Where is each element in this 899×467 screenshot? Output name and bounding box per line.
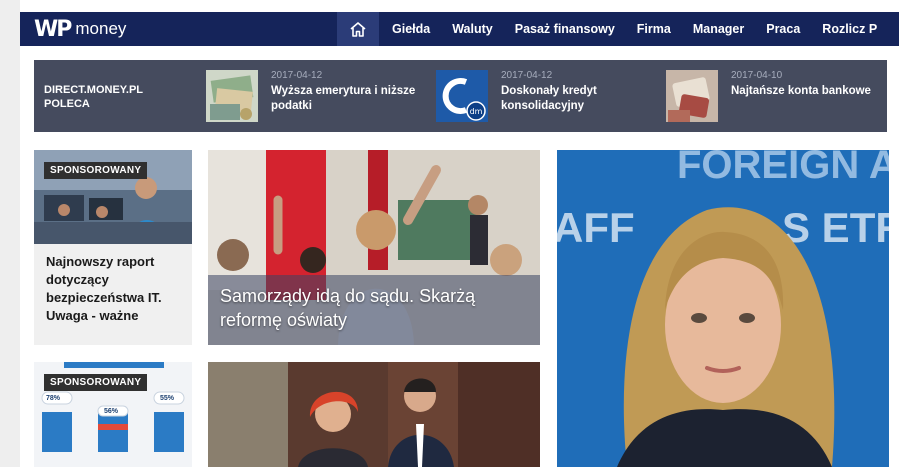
infographic-stat: 56% <box>104 408 119 415</box>
nav-waluty[interactable]: Waluty <box>452 22 493 36</box>
woman-portrait-photo: FOREIGN A AFF S ETR <box>557 150 889 467</box>
partner-label: DIRECT.MONEY.PL POLECA <box>44 84 143 110</box>
svg-text:AFF: AFF <box>557 204 635 251</box>
logo-mark: WP <box>34 16 72 42</box>
infographic-stat: 55% <box>160 395 175 402</box>
svg-text:dm: dm <box>470 107 483 116</box>
top-navigation: WP money Giełda Waluty Pasaż finansowy F… <box>20 12 899 46</box>
news-tile-school-reform[interactable]: Samorządy idą do sądu. Skarżą reformę oś… <box>208 150 540 345</box>
infographic-stat: 78% <box>46 395 61 402</box>
partner-recommendations-bar: DIRECT.MONEY.PL POLECA 2017-04-12 Wyższa… <box>34 60 887 132</box>
money-photo-thumbnail <box>206 70 258 122</box>
page: WP money Giełda Waluty Pasaż finansowy F… <box>20 0 899 467</box>
wp-money-logo[interactable]: WP money <box>34 16 127 42</box>
nav-firma[interactable]: Firma <box>637 22 671 36</box>
bank-card-thumbnail <box>666 70 718 122</box>
politicians-photo <box>208 362 540 467</box>
nav-pasaz-finansowy[interactable]: Pasaż finansowy <box>515 22 615 36</box>
news-tile-politics[interactable] <box>208 362 540 467</box>
news-headline[interactable]: Samorządy idą do sądu. Skarżą reformę oś… <box>220 284 520 332</box>
home-button[interactable] <box>337 12 379 46</box>
sponsored-infographic-tile[interactable]: 78% 56% 55% SPONSOROWANY <box>34 362 192 467</box>
promo-date: 2017-04-12 <box>271 70 323 81</box>
svg-text:FOREIGN A: FOREIGN A <box>677 150 889 187</box>
promo-title[interactable]: Doskonały kredyt konsolidacyjny <box>501 84 651 114</box>
logo-text: money <box>75 19 127 38</box>
sponsored-article-tile[interactable]: SPONSOROWANY Najnowszy raport dotyczący … <box>34 150 192 345</box>
promo-title[interactable]: Najtańsze konta bankowe <box>731 84 881 99</box>
home-icon <box>350 21 366 37</box>
nav-praca[interactable]: Praca <box>766 22 800 36</box>
nav-gielda[interactable]: Giełda <box>392 22 430 36</box>
svg-text:S ETR: S ETR <box>782 204 889 251</box>
promo-date: 2017-04-12 <box>501 70 553 81</box>
promo-title[interactable]: Wyższa emerytura i niższe podatki <box>271 84 421 114</box>
promo-date: 2017-04-10 <box>731 70 783 81</box>
nav-manager[interactable]: Manager <box>693 22 744 36</box>
sponsored-badge: SPONSOROWANY <box>44 162 148 179</box>
sponsored-article-title[interactable]: Najnowszy raport dotyczący bezpieczeństw… <box>46 253 186 325</box>
news-tile-portrait[interactable]: FOREIGN A AFF S ETR <box>557 150 889 467</box>
credit-logo-thumbnail: dm <box>436 70 488 122</box>
main-nav: Giełda Waluty Pasaż finansowy Firma Mana… <box>392 12 899 46</box>
nav-rozlicz-pit[interactable]: Rozlicz P <box>822 22 877 36</box>
sponsored-badge: SPONSOROWANY <box>44 374 148 391</box>
